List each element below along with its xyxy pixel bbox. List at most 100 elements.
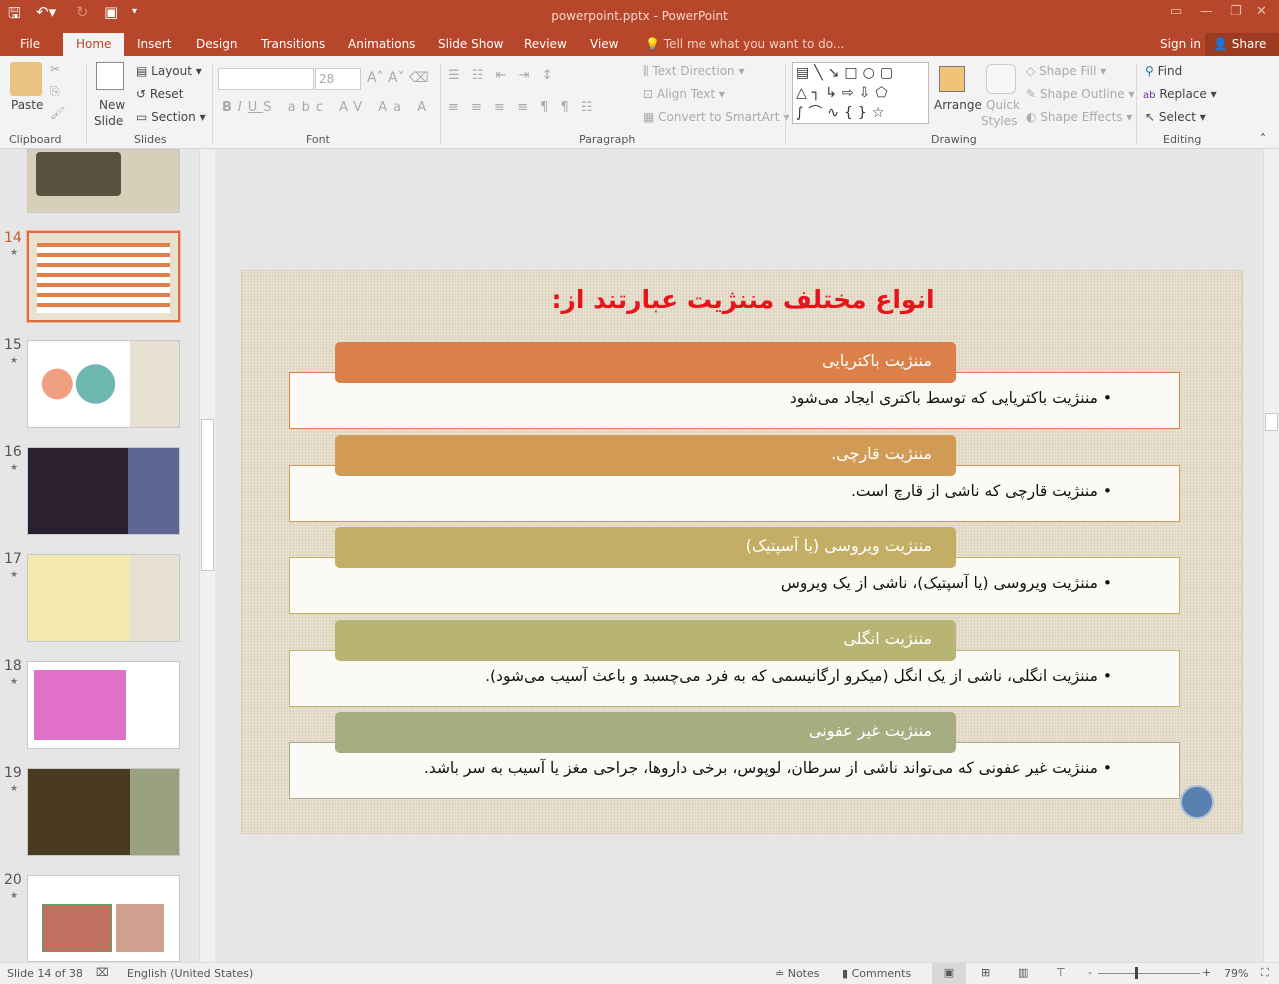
zoom-out-button[interactable]: - bbox=[1088, 966, 1092, 979]
shapes-gallery[interactable]: ▤╲↘□○▢ △┐↳⇨⇩⬠ ∫⌒∿{}☆ bbox=[792, 62, 929, 124]
comments-button[interactable]: ▮ Comments bbox=[842, 967, 911, 980]
bullet-text[interactable]: • مننژیت باکتریایی که توسط باکتری ایجاد … bbox=[322, 389, 1112, 407]
font-size-input[interactable]: 28 bbox=[315, 68, 361, 90]
sign-in-link[interactable]: Sign in bbox=[1160, 36, 1201, 56]
language-indicator[interactable]: English (United States) bbox=[127, 967, 253, 980]
slide-sorter-button[interactable]: ⊞ bbox=[981, 966, 990, 979]
fit-to-window-icon[interactable]: ⛶ bbox=[1261, 966, 1269, 980]
slide-thumbnail-19[interactable] bbox=[27, 768, 180, 856]
paste-button[interactable]: Paste bbox=[11, 98, 43, 112]
slides-group-label: Slides bbox=[134, 133, 167, 146]
title-bar: 🖫 ↶▾ ↻ ▣ ▾ powerpoint.pptx - PowerPoint … bbox=[0, 0, 1279, 56]
text-direction-label: Text Direction bbox=[652, 64, 735, 78]
collapse-ribbon-icon[interactable]: ˄ bbox=[1260, 132, 1266, 146]
slide-thumbnail-13[interactable] bbox=[27, 149, 180, 213]
font-format-icons[interactable]: BIUS abc AV Aa A bbox=[222, 100, 432, 115]
zoom-slider-thumb[interactable] bbox=[1135, 967, 1138, 979]
shape-fill-button[interactable]: ◇ Shape Fill ▾ bbox=[1026, 64, 1106, 78]
close-icon[interactable]: ✕ bbox=[1256, 4, 1267, 19]
tab-transitions[interactable]: Transitions bbox=[261, 36, 325, 56]
tab-design[interactable]: Design bbox=[196, 36, 237, 56]
replace-button[interactable]: ab Replace ▾ bbox=[1143, 87, 1217, 101]
restore-icon[interactable]: ❐ bbox=[1230, 4, 1242, 19]
zoom-level[interactable]: 79% bbox=[1224, 967, 1248, 980]
find-label: Find bbox=[1157, 64, 1183, 78]
convert-smartart-button[interactable]: ▦ Convert to SmartArt ▾ bbox=[643, 110, 789, 124]
new-slide-button[interactable]: New bbox=[99, 98, 125, 112]
divider bbox=[785, 64, 786, 144]
thumbnail-scrollbar[interactable] bbox=[199, 149, 215, 962]
bullet-text[interactable]: • مننژیت ویروسی (یا آسپتیک)، ناشی از یک … bbox=[322, 574, 1112, 592]
slide-number: 19 bbox=[4, 765, 22, 781]
category-header[interactable]: مننژیت قارچی. bbox=[335, 434, 956, 476]
section-button[interactable]: ▭ Section ▾ bbox=[136, 110, 206, 124]
tab-slide-show[interactable]: Slide Show bbox=[438, 36, 503, 56]
bullet-text[interactable]: • مننژیت قارچی که ناشی از قارچ است. bbox=[322, 482, 1112, 500]
bullet-text[interactable]: • مننژیت انگلی، ناشی از یک انگل (میکرو ا… bbox=[322, 667, 1112, 685]
normal-view-button[interactable]: ▣ bbox=[932, 963, 966, 984]
star-icon: ★ bbox=[10, 784, 19, 794]
text-direction-button[interactable]: ⫼ Text Direction ▾ bbox=[643, 64, 744, 79]
slide-canvas[interactable]: انواع مختلف مننژیت عبارتند از: مننژیت با… bbox=[241, 270, 1243, 834]
quick-styles-icon bbox=[986, 64, 1016, 94]
font-name-input[interactable] bbox=[218, 68, 314, 90]
convert-smartart-label: Convert to SmartArt bbox=[658, 110, 780, 124]
navigation-circle-button[interactable] bbox=[1180, 785, 1214, 819]
ribbon-display-icon[interactable]: ▭ bbox=[1170, 4, 1182, 19]
tab-review[interactable]: Review bbox=[524, 36, 567, 56]
shape-outline-button[interactable]: ✎ Shape Outline ▾ bbox=[1026, 87, 1135, 101]
reset-button[interactable]: ↺ Reset bbox=[136, 87, 183, 101]
copy-icon[interactable]: ⎘ bbox=[50, 84, 60, 99]
slide-thumbnail-17[interactable] bbox=[27, 554, 180, 642]
slide-title[interactable]: انواع مختلف مننژیت عبارتند از: bbox=[242, 285, 1244, 314]
tell-me-text: Tell me what you want to do... bbox=[663, 37, 845, 51]
layout-button[interactable]: ▤ Layout ▾ bbox=[136, 64, 202, 78]
tab-animations[interactable]: Animations bbox=[348, 36, 415, 56]
drawing-group-label: Drawing bbox=[931, 133, 977, 146]
share-button[interactable]: 👤 Share bbox=[1205, 33, 1279, 56]
tab-insert[interactable]: Insert bbox=[137, 36, 171, 56]
select-button[interactable]: ↖ Select ▾ bbox=[1145, 110, 1206, 124]
tab-file[interactable]: File bbox=[20, 36, 40, 56]
reset-label: Reset bbox=[149, 87, 184, 101]
main-scrollbar[interactable] bbox=[1263, 149, 1279, 962]
slide-thumbnail-14[interactable] bbox=[26, 230, 181, 323]
scrollbar-thumb[interactable] bbox=[1265, 413, 1278, 431]
minimize-icon[interactable]: — bbox=[1200, 4, 1213, 19]
spell-check-icon[interactable]: ⌧ bbox=[96, 966, 109, 979]
zoom-in-button[interactable]: + bbox=[1202, 966, 1211, 979]
cursor-icon: ↖ bbox=[1145, 110, 1156, 124]
tell-me-search[interactable]: 💡 Tell me what you want to do... bbox=[645, 36, 844, 56]
list-icons[interactable]: ☰ ☷ ⇤ ⇥ ↕ bbox=[448, 68, 557, 83]
font-size-controls-icon[interactable]: A˄ A˅ ⌫ bbox=[367, 70, 429, 86]
shape-effects-button[interactable]: ◐ Shape Effects ▾ bbox=[1026, 110, 1132, 124]
thumbnail-image bbox=[42, 904, 112, 952]
tab-view[interactable]: View bbox=[590, 36, 618, 56]
category-header[interactable]: مننژیت ویروسی (یا آسپتیک) bbox=[335, 527, 956, 568]
slide-thumbnail-18[interactable] bbox=[27, 661, 180, 749]
zoom-slider[interactable] bbox=[1098, 973, 1200, 974]
slide-number: 18 bbox=[4, 658, 22, 674]
slide-thumbnail-15[interactable] bbox=[27, 340, 180, 428]
paragraph-group-label: Paragraph bbox=[579, 133, 636, 146]
quick-styles-button[interactable]: Quick bbox=[986, 98, 1020, 112]
slide-thumbnail-16[interactable] bbox=[27, 447, 180, 535]
align-text-button[interactable]: ⊡ Align Text ▾ bbox=[643, 87, 725, 101]
category-header[interactable]: مننژیت غیر عفونی bbox=[335, 712, 956, 753]
bullet-text[interactable]: • مننژیت غیر عفونی که می‌تواند ناشی از س… bbox=[322, 759, 1112, 777]
tab-home[interactable]: Home bbox=[63, 33, 125, 56]
find-button[interactable]: ⚲ Find bbox=[1145, 64, 1182, 78]
category-header[interactable]: مننژیت انگلی bbox=[335, 619, 956, 661]
cut-icon[interactable]: ✂ bbox=[50, 62, 60, 76]
slide-thumbnail-20[interactable] bbox=[27, 875, 180, 962]
align-icons[interactable]: ≡ ≡ ≡ ≡ ¶ ¶ ☷ bbox=[448, 100, 597, 115]
slideshow-button[interactable]: ⊤ bbox=[1056, 966, 1066, 979]
category-header[interactable]: مننژیت باکتریایی bbox=[335, 342, 956, 383]
notes-button[interactable]: ≐ Notes bbox=[775, 967, 820, 980]
scrollbar-thumb[interactable] bbox=[201, 419, 214, 571]
thumbnail-image bbox=[28, 769, 130, 855]
format-painter-icon[interactable]: 🖌 bbox=[50, 106, 65, 120]
comments-label: Comments bbox=[851, 967, 912, 980]
arrange-button[interactable]: Arrange bbox=[934, 98, 982, 112]
reading-view-button[interactable]: ▥ bbox=[1018, 966, 1028, 979]
